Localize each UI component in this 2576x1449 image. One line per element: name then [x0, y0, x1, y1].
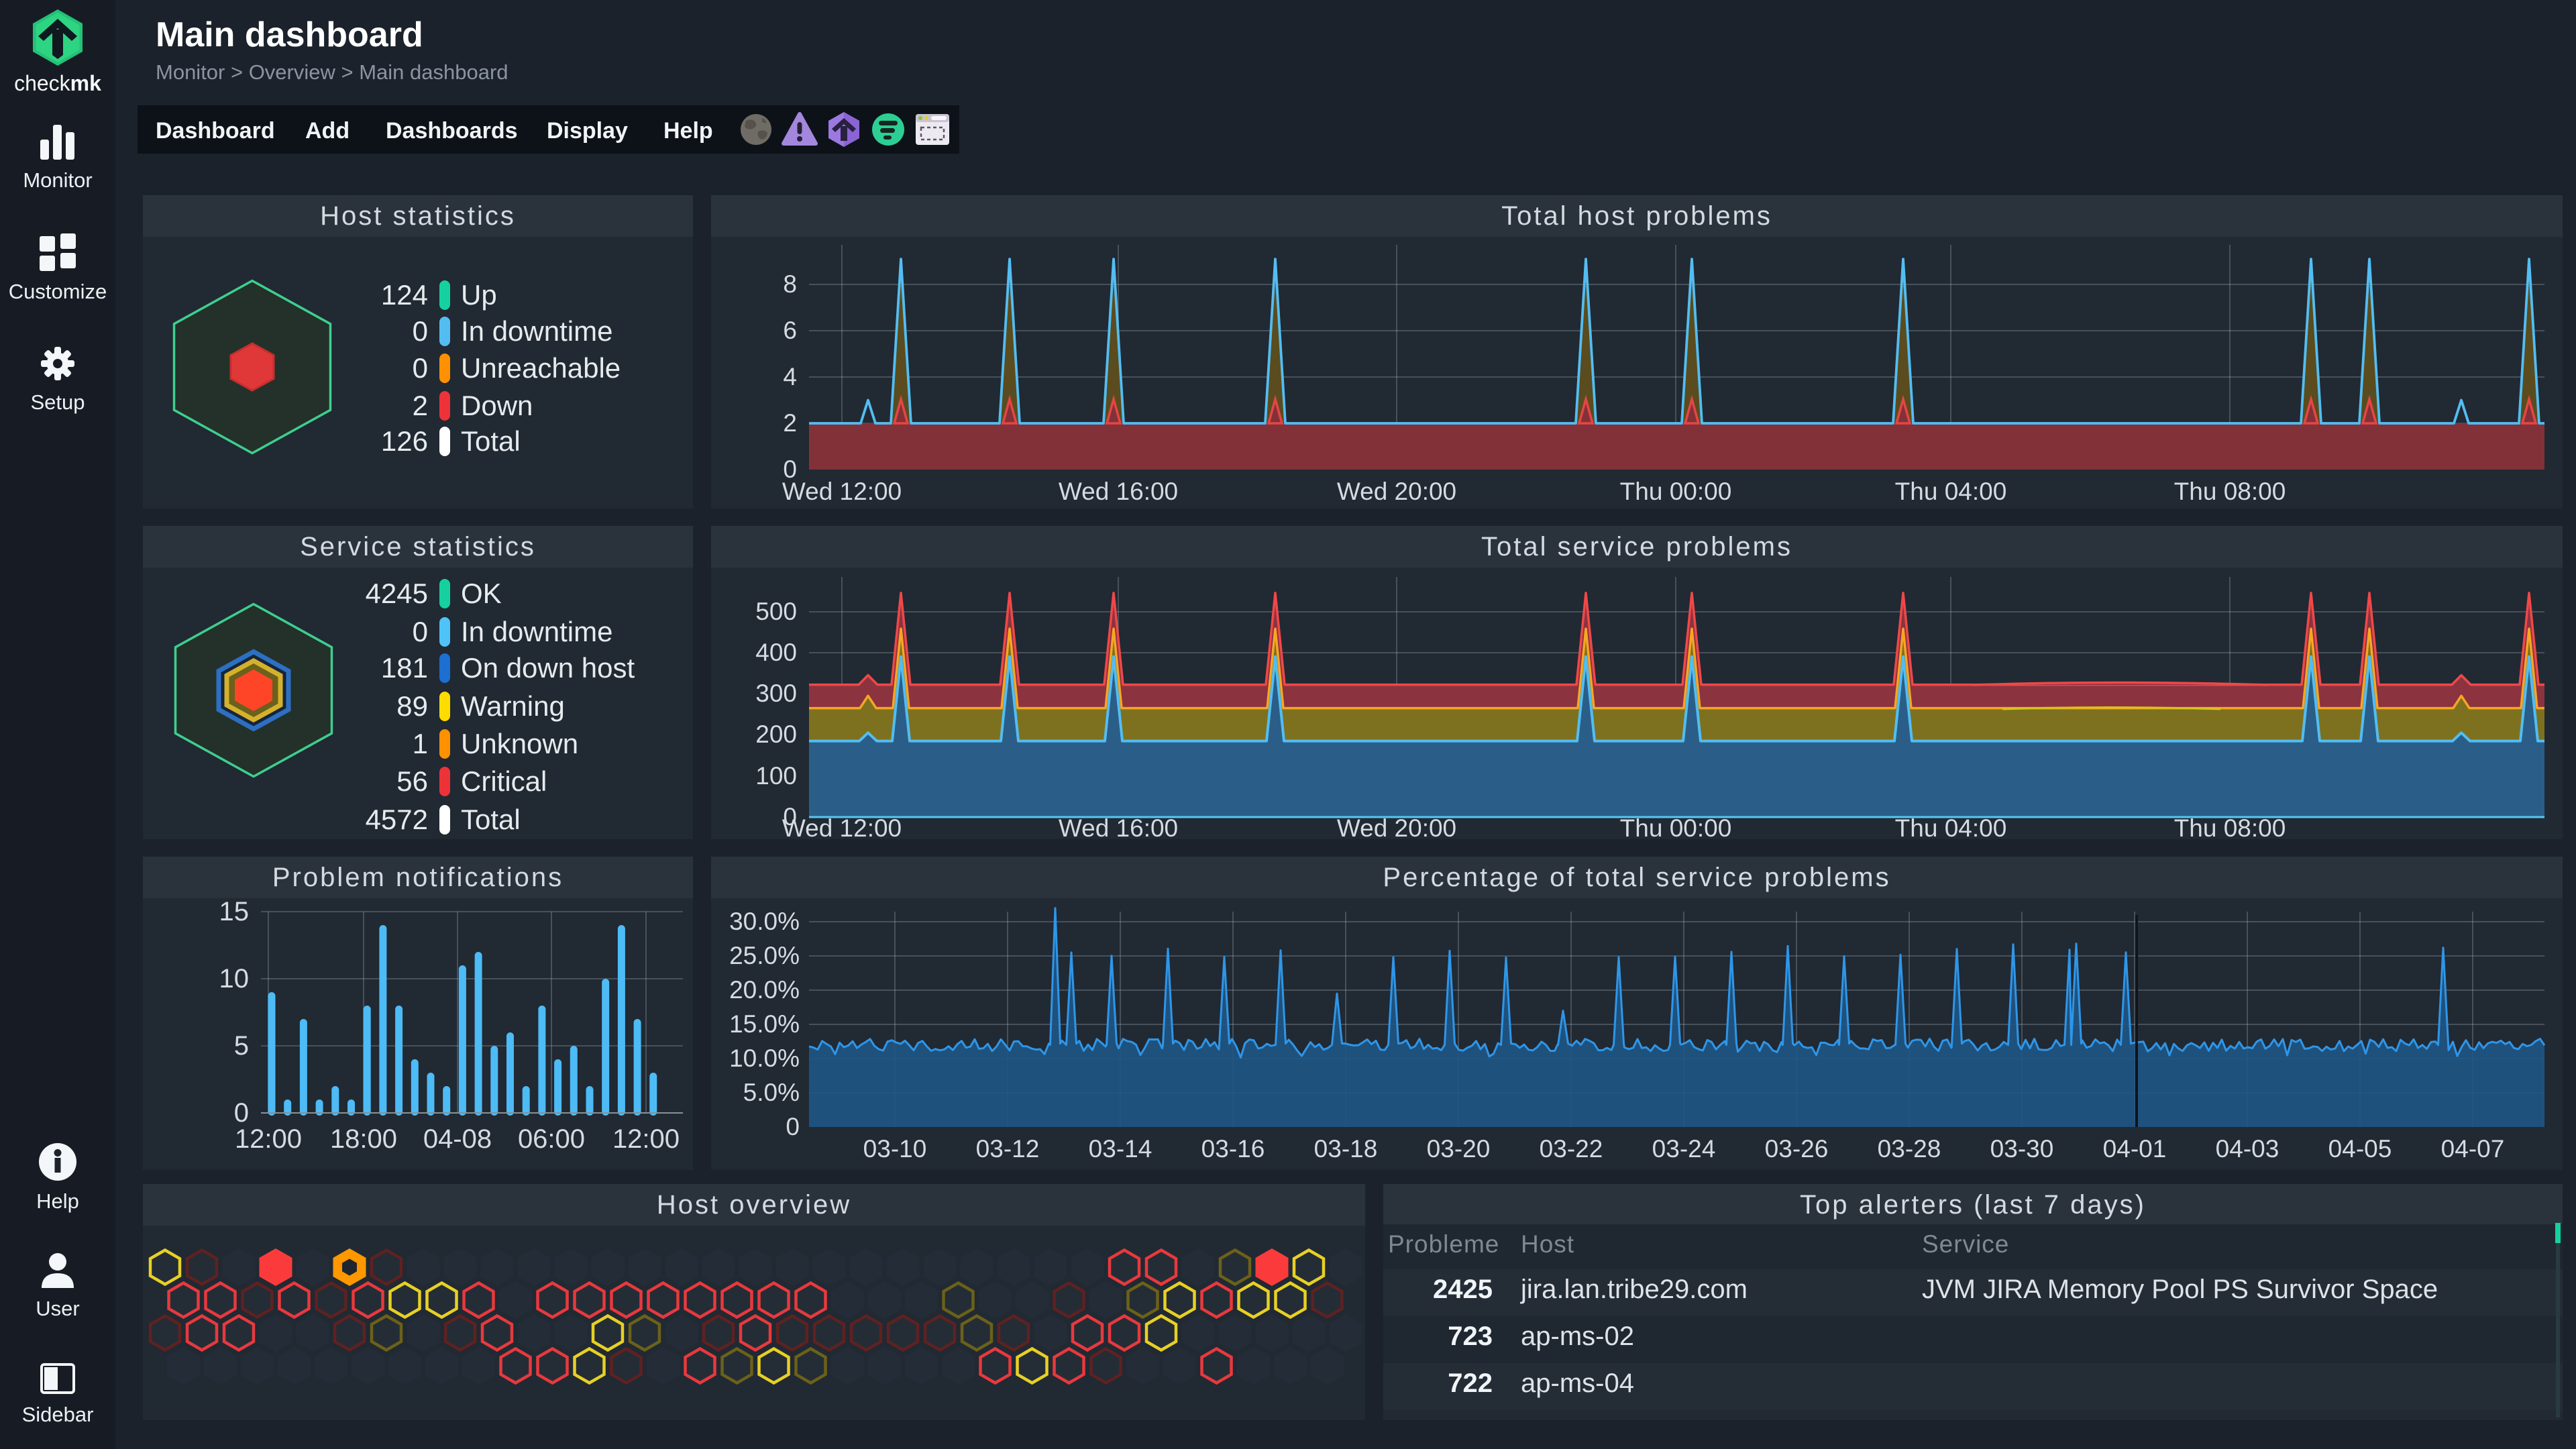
svg-text:56: 56 — [396, 765, 428, 797]
svg-text:5: 5 — [234, 1031, 249, 1061]
svg-text:03-12: 03-12 — [976, 1135, 1040, 1163]
svg-text:04-07: 04-07 — [2441, 1135, 2505, 1163]
svg-text:100: 100 — [755, 762, 797, 790]
svg-text:0: 0 — [234, 1098, 249, 1128]
svg-text:Thu 08:00: Thu 08:00 — [2174, 814, 2286, 839]
svg-text:30.0%: 30.0% — [729, 908, 800, 935]
svg-text:1: 1 — [413, 728, 428, 759]
svg-text:Down: Down — [461, 390, 533, 421]
svg-text:04-01: 04-01 — [2103, 1135, 2167, 1163]
svg-text:Warning: Warning — [461, 690, 565, 722]
svg-text:03-18: 03-18 — [1314, 1135, 1378, 1163]
svg-text:03-20: 03-20 — [1427, 1135, 1491, 1163]
svg-text:6: 6 — [783, 317, 797, 344]
svg-text:04-03: 04-03 — [2216, 1135, 2279, 1163]
svg-text:Up: Up — [461, 279, 497, 311]
svg-text:03-26: 03-26 — [1765, 1135, 1829, 1163]
svg-text:Wed 20:00: Wed 20:00 — [1337, 814, 1456, 839]
svg-text:2: 2 — [413, 390, 428, 421]
svg-text:500: 500 — [755, 598, 797, 625]
svg-text:Wed 12:00: Wed 12:00 — [782, 478, 902, 505]
svg-text:04-08: 04-08 — [423, 1124, 492, 1154]
svg-text:03-22: 03-22 — [1540, 1135, 1603, 1163]
svg-text:4: 4 — [783, 363, 797, 390]
svg-text:03-16: 03-16 — [1201, 1135, 1265, 1163]
svg-text:Thu 00:00: Thu 00:00 — [1620, 814, 1732, 839]
svg-text:10: 10 — [219, 964, 250, 994]
svg-text:Total: Total — [461, 425, 521, 457]
svg-text:126: 126 — [381, 425, 428, 457]
svg-text:18:00: 18:00 — [330, 1124, 397, 1154]
svg-text:5.0%: 5.0% — [743, 1079, 800, 1106]
svg-text:300: 300 — [755, 680, 797, 707]
svg-text:OK: OK — [461, 578, 502, 609]
svg-text:Thu 00:00: Thu 00:00 — [1620, 478, 1732, 505]
svg-text:Total: Total — [461, 804, 521, 835]
svg-text:0: 0 — [413, 315, 428, 347]
svg-text:Thu 04:00: Thu 04:00 — [1895, 478, 2007, 505]
svg-text:20.0%: 20.0% — [729, 976, 800, 1004]
svg-text:In downtime: In downtime — [461, 616, 612, 647]
svg-text:Wed 16:00: Wed 16:00 — [1059, 814, 1178, 839]
svg-text:12:00: 12:00 — [235, 1124, 302, 1154]
svg-text:89: 89 — [396, 690, 428, 722]
svg-text:03-10: 03-10 — [863, 1135, 927, 1163]
svg-text:8: 8 — [783, 270, 797, 298]
svg-text:124: 124 — [381, 279, 428, 311]
svg-text:15: 15 — [219, 897, 250, 926]
svg-text:0: 0 — [786, 1113, 800, 1140]
svg-text:Unreachable: Unreachable — [461, 352, 621, 384]
svg-text:0: 0 — [413, 616, 428, 647]
svg-text:03-28: 03-28 — [1878, 1135, 1941, 1163]
svg-text:Wed 20:00: Wed 20:00 — [1337, 478, 1456, 505]
svg-text:Thu 04:00: Thu 04:00 — [1895, 814, 2007, 839]
svg-text:Critical: Critical — [461, 765, 547, 797]
svg-text:4245: 4245 — [366, 578, 428, 609]
svg-text:4572: 4572 — [366, 804, 428, 835]
svg-text:200: 200 — [755, 720, 797, 748]
svg-text:12:00: 12:00 — [612, 1124, 680, 1154]
svg-text:Wed 12:00: Wed 12:00 — [782, 814, 902, 839]
svg-text:2: 2 — [783, 409, 797, 437]
svg-text:25.0%: 25.0% — [729, 942, 800, 969]
svg-text:04-05: 04-05 — [2328, 1135, 2392, 1163]
svg-text:400: 400 — [755, 639, 797, 666]
svg-text:Thu 08:00: Thu 08:00 — [2174, 478, 2286, 505]
svg-text:In downtime: In downtime — [461, 315, 612, 347]
svg-text:Unknown: Unknown — [461, 728, 578, 759]
svg-text:15.0%: 15.0% — [729, 1010, 800, 1038]
svg-text:Wed 16:00: Wed 16:00 — [1059, 478, 1178, 505]
svg-text:10.0%: 10.0% — [729, 1044, 800, 1072]
svg-text:On down host: On down host — [461, 652, 635, 684]
svg-text:03-24: 03-24 — [1652, 1135, 1716, 1163]
svg-text:181: 181 — [381, 652, 428, 684]
svg-text:0: 0 — [413, 352, 428, 384]
svg-text:06:00: 06:00 — [518, 1124, 585, 1154]
svg-text:03-30: 03-30 — [1990, 1135, 2054, 1163]
svg-text:03-14: 03-14 — [1089, 1135, 1152, 1163]
